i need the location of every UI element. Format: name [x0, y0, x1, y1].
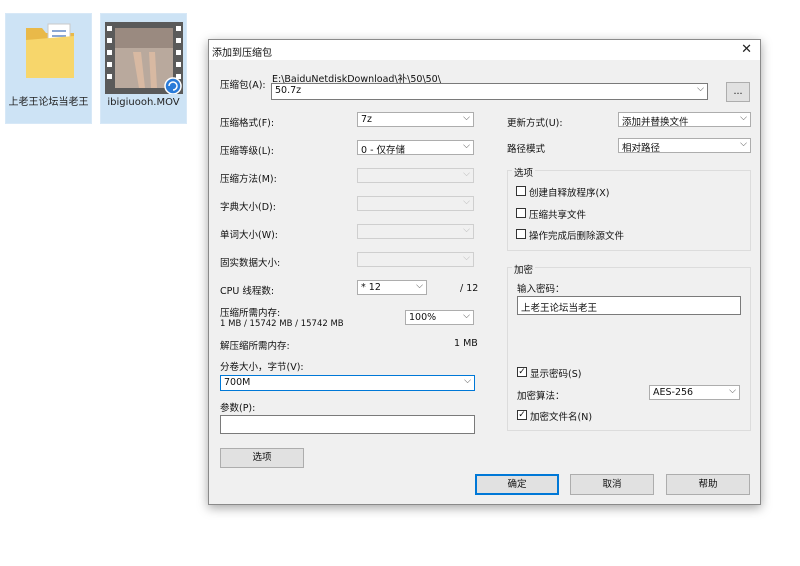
chevron-down-icon: ⌵: [464, 376, 471, 386]
encrypt-names-label[interactable]: 加密文件名(N): [530, 409, 592, 423]
archive-label: 压缩包(A):: [220, 80, 266, 91]
chevron-down-icon: ⌵: [463, 113, 470, 123]
password-value: 上老王论坛当老王: [521, 303, 598, 314]
folder-icon: [26, 23, 74, 78]
chevron-down-icon: ⌵: [740, 139, 747, 149]
sfx-checkbox[interactable]: [516, 186, 526, 196]
delete-source-label[interactable]: 操作完成后删除源文件: [529, 228, 624, 242]
chevron-down-icon: ⌵: [740, 113, 747, 123]
password-input[interactable]: 上老王论坛当老王: [517, 296, 741, 315]
chevron-down-icon: ⌵: [729, 386, 736, 396]
chevron-down-icon: ⌵: [463, 225, 470, 235]
encrypt-names-checkbox[interactable]: ✓: [517, 410, 527, 420]
split-select[interactable]: 700M ⌵: [220, 375, 475, 391]
dict-select[interactable]: ⌵: [357, 196, 474, 211]
dict-label: 字典大小(D):: [220, 202, 276, 213]
word-label: 单词大小(W):: [220, 230, 279, 241]
format-label: 压缩格式(F):: [220, 118, 275, 129]
cpu-select[interactable]: * 12 ⌵: [357, 280, 427, 295]
chevron-down-icon: ⌵: [463, 141, 470, 151]
help-button[interactable]: 帮助: [666, 474, 750, 495]
method-select[interactable]: ⌵: [357, 168, 474, 183]
level-value: 0 - 仅存储: [361, 145, 406, 156]
algorithm-select[interactable]: AES-256 ⌵: [649, 385, 740, 400]
chevron-down-icon: ⌵: [416, 281, 423, 291]
split-value: 700M: [224, 377, 251, 388]
mem-percent-select[interactable]: 100% ⌵: [405, 310, 474, 325]
path-mode-value: 相对路径: [622, 143, 661, 154]
show-password-label[interactable]: 显示密码(S): [530, 366, 581, 380]
options-button[interactable]: 选项: [220, 448, 304, 468]
ok-button[interactable]: 确定: [475, 474, 559, 495]
algorithm-value: AES-256: [653, 387, 694, 398]
browse-button[interactable]: ...: [726, 82, 750, 102]
path-mode-select[interactable]: 相对路径 ⌵: [618, 138, 751, 154]
delete-source-checkbox[interactable]: [516, 229, 526, 239]
params-input[interactable]: [220, 415, 475, 434]
split-label: 分卷大小，字节(V):: [220, 362, 304, 373]
cpu-label: CPU 线程数:: [220, 286, 275, 297]
word-select[interactable]: ⌵: [357, 224, 474, 239]
update-select[interactable]: 添加并替换文件 ⌵: [618, 112, 751, 128]
dialog-title: 添加到压缩包: [212, 48, 272, 59]
desktop-icon-label: ibigiuooh.MOV: [107, 97, 180, 108]
format-select[interactable]: 7z ⌵: [357, 112, 474, 127]
desktop-icon-label: 上老王论坛当老王: [8, 97, 89, 108]
algorithm-label: 加密算法：: [517, 391, 565, 402]
mem-decompress-value: 1 MB: [454, 338, 478, 349]
shared-checkbox[interactable]: [516, 208, 526, 218]
mem-compress-detail: 1 MB / 15742 MB / 15742 MB: [220, 319, 344, 329]
archive-name-value: 50.7z: [275, 85, 302, 96]
chevron-down-icon: ⌵: [463, 169, 470, 179]
chevron-down-icon: ⌵: [463, 253, 470, 263]
encryption-group-title: 加密: [512, 262, 536, 276]
params-label: 参数(P):: [220, 403, 256, 414]
cpu-max: / 12: [460, 283, 479, 294]
desktop-icon-folder[interactable]: 上老王论坛当老王: [5, 13, 92, 124]
solid-select[interactable]: ⌵: [357, 252, 474, 267]
options-group-title: 选项: [512, 165, 536, 179]
close-icon[interactable]: ✕: [741, 42, 752, 57]
solid-label: 固实数据大小:: [220, 258, 281, 269]
method-label: 压缩方法(M):: [220, 174, 277, 185]
cancel-button[interactable]: 取消: [570, 474, 654, 495]
video-file-icon: [105, 22, 183, 94]
format-value: 7z: [361, 114, 373, 125]
chevron-down-icon: ⌵: [463, 197, 470, 207]
level-select[interactable]: 0 - 仅存储 ⌵: [357, 140, 474, 156]
update-value: 添加并替换文件: [622, 117, 689, 128]
sfx-label[interactable]: 创建自释放程序(X): [529, 185, 609, 199]
add-to-archive-dialog: 添加到压缩包 ✕ 压缩包(A): E:\BaiduNetdiskDownload…: [208, 39, 761, 505]
mem-compress-label: 压缩所需内存:: [220, 308, 281, 319]
mem-decompress-label: 解压缩所需内存:: [220, 341, 290, 352]
archive-name-combo[interactable]: 50.7z ⌵: [271, 83, 708, 100]
update-label: 更新方式(U):: [507, 118, 563, 129]
show-password-checkbox[interactable]: ✓: [517, 367, 527, 377]
shared-label[interactable]: 压缩共享文件: [529, 207, 586, 221]
desktop-icon-video[interactable]: ibigiuooh.MOV: [100, 13, 187, 124]
level-label: 压缩等级(L):: [220, 146, 274, 157]
cpu-value: * 12: [361, 282, 381, 293]
path-mode-label: 路径模式: [507, 144, 546, 155]
chevron-down-icon: ⌵: [463, 311, 470, 321]
dialog-titlebar[interactable]: 添加到压缩包 ✕: [209, 40, 760, 60]
password-label: 输入密码：: [517, 284, 565, 295]
mem-percent-value: 100%: [409, 312, 437, 323]
chevron-down-icon: ⌵: [697, 84, 704, 94]
